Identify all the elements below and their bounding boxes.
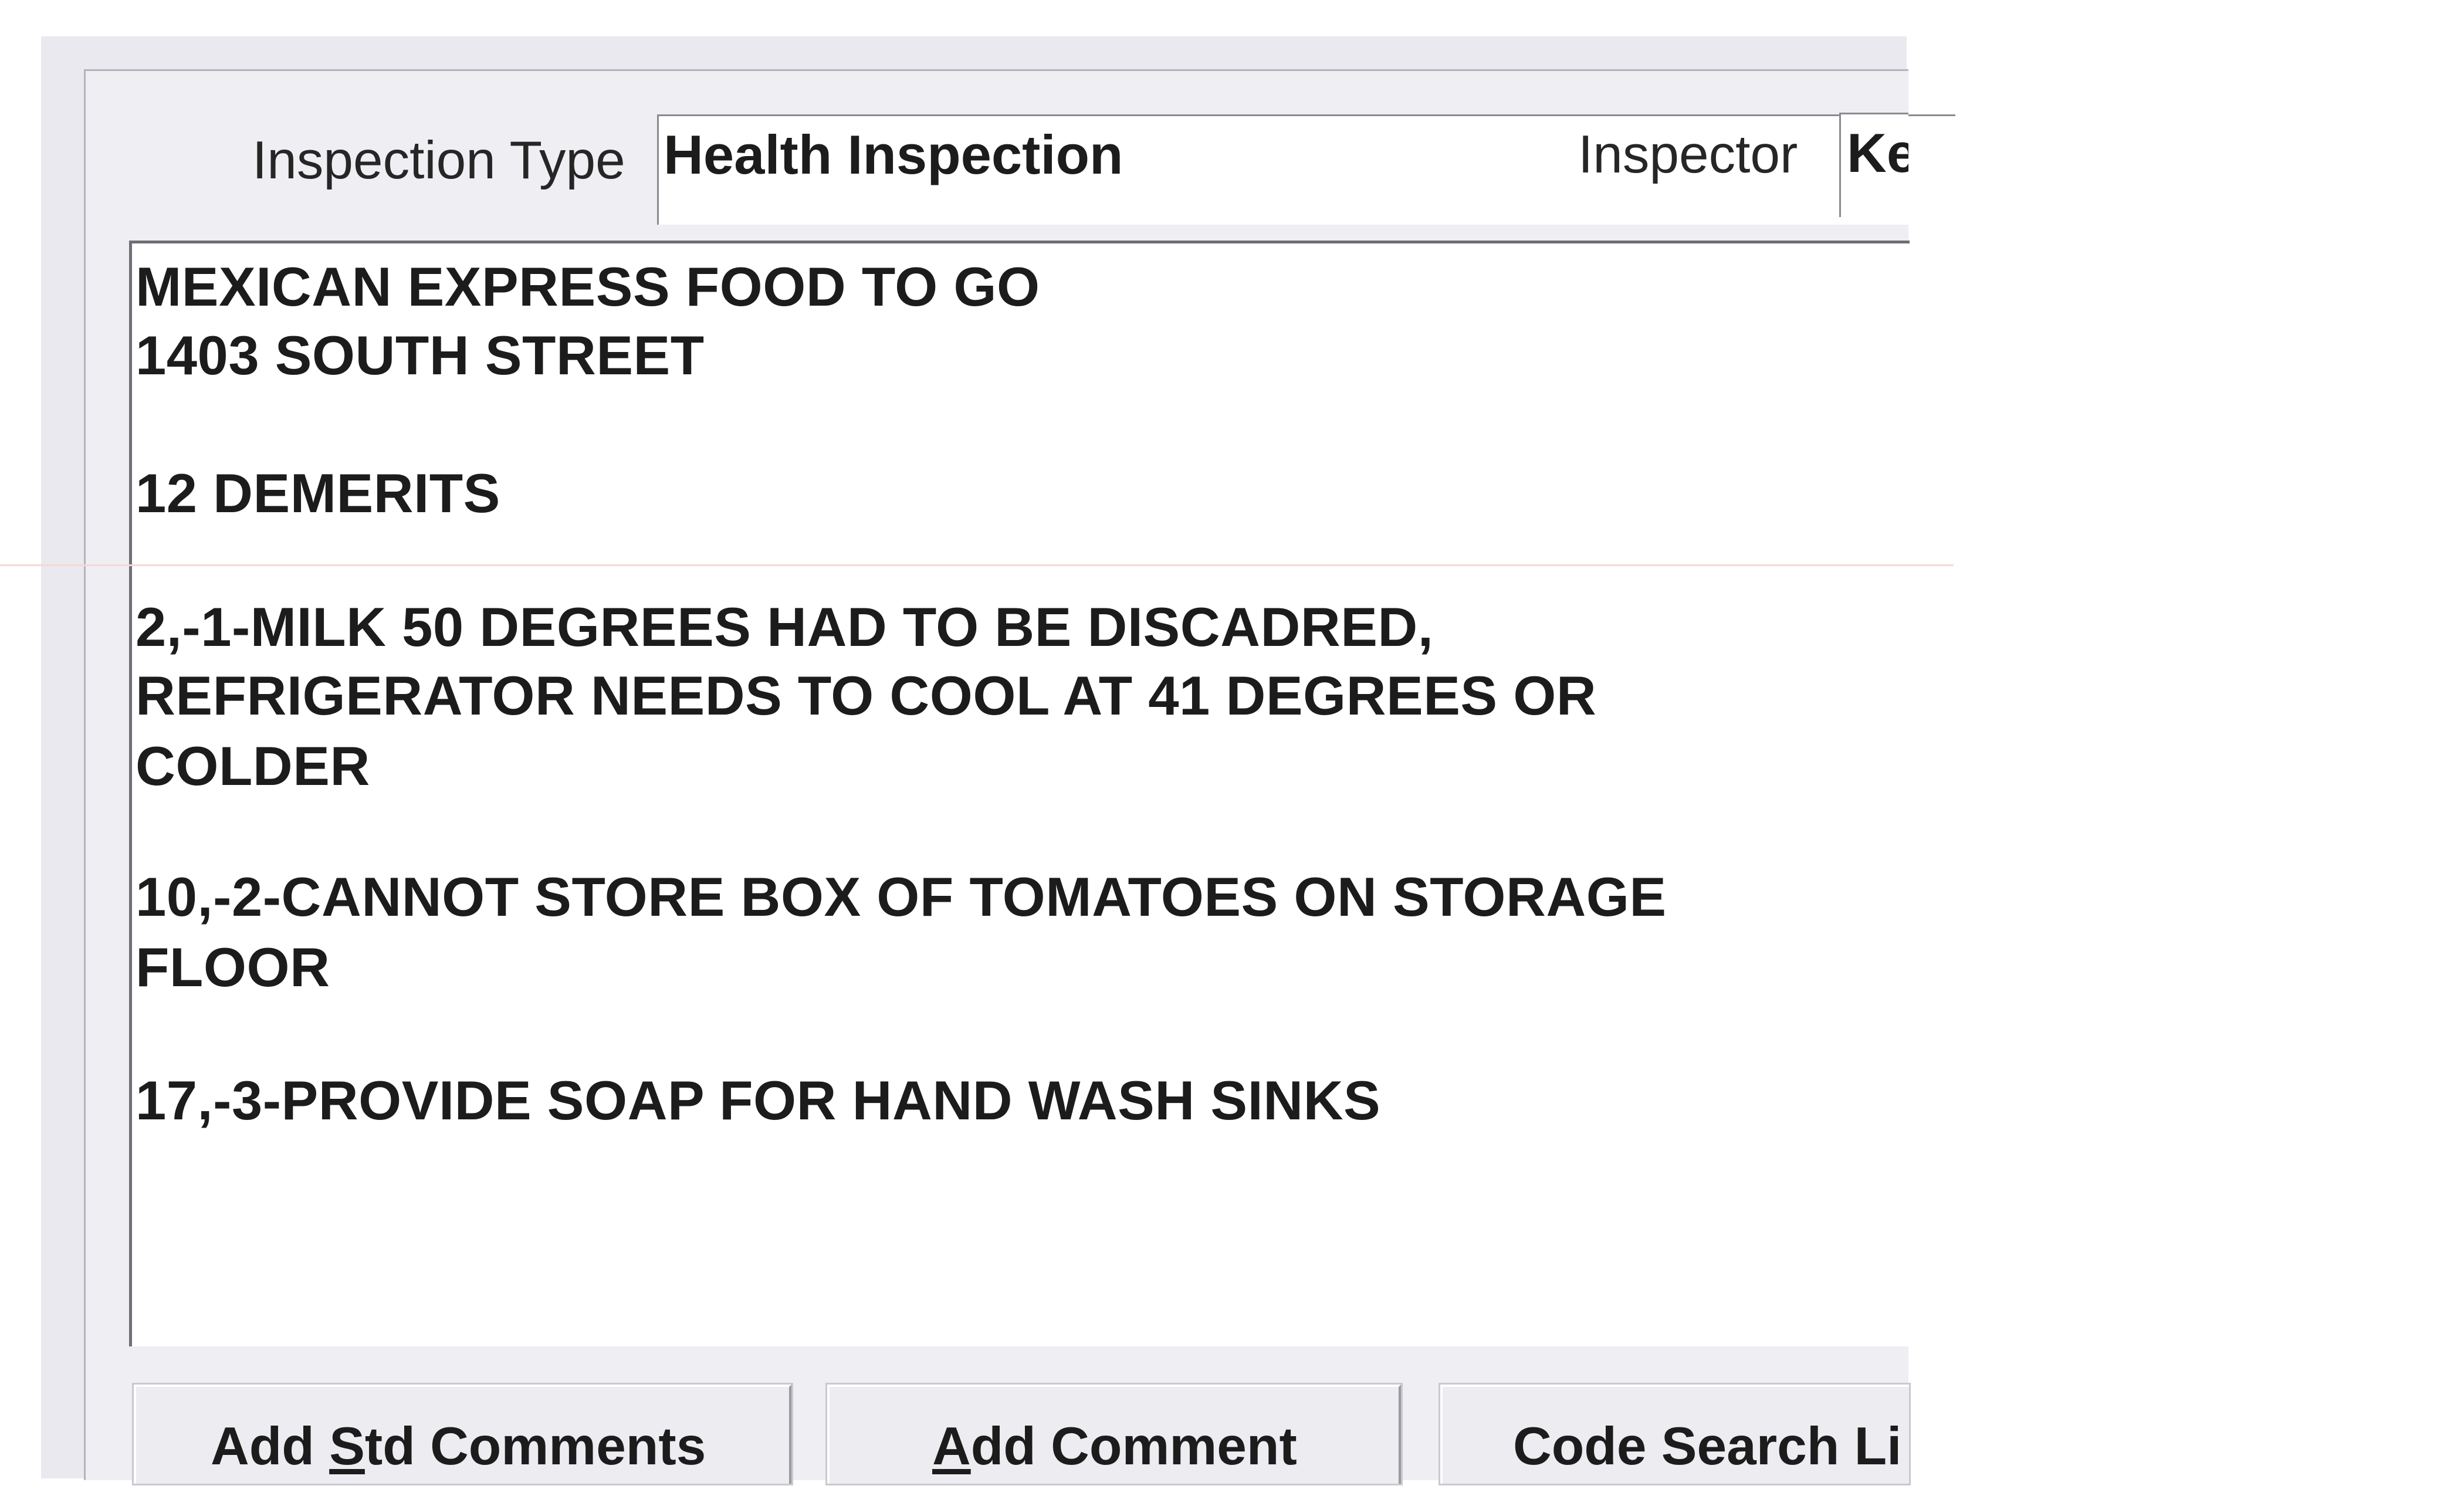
comment-line: REFRIGERATOR NEEDS TO COOL AT 41 DEGREES… bbox=[136, 665, 1597, 726]
comment-line: 2,-1-MILK 50 DEGREES HAD TO BE DISCADRED… bbox=[136, 596, 1434, 658]
code-search-label: Code Search Li bbox=[1513, 1417, 1902, 1476]
inspection-type-label: Inspection Type bbox=[252, 131, 625, 190]
code-search-button[interactable]: Code Search Li bbox=[1440, 1385, 1909, 1484]
comment-line: MEXICAN EXPRESS FOOD TO GO bbox=[136, 256, 1040, 317]
inspector-value: Ke bbox=[1847, 122, 1908, 184]
comment-line: 1403 SOUTH STREET bbox=[136, 324, 705, 386]
comment-line: FLOOR bbox=[136, 936, 330, 998]
add-std-comments-button[interactable]: Add Std Comments bbox=[134, 1385, 791, 1484]
comment-line: 10,-2-CANNOT STORE BOX OF TOMATOES ON ST… bbox=[136, 866, 1667, 928]
comment-line: 12 DEMERITS bbox=[136, 462, 500, 524]
comment-line: 17,-3-PROVIDE SOAP FOR HAND WASH SINKS bbox=[136, 1069, 1381, 1131]
comment-line: COLDER bbox=[136, 735, 370, 797]
inspector-label: Inspector bbox=[1578, 125, 1798, 184]
add-std-comments-label: Add Std Comments bbox=[211, 1417, 706, 1476]
scan-artifact-line bbox=[0, 564, 1954, 566]
comments-textarea[interactable]: MEXICAN EXPRESS FOOD TO GO 1403 SOUTH ST… bbox=[129, 241, 1910, 1346]
add-comment-button[interactable]: Add Comment bbox=[827, 1385, 1401, 1484]
inspector-field[interactable]: Ke bbox=[1839, 113, 1908, 217]
inspection-type-value: Health Inspection bbox=[664, 124, 1123, 185]
add-comment-label: Add Comment bbox=[932, 1417, 1297, 1476]
